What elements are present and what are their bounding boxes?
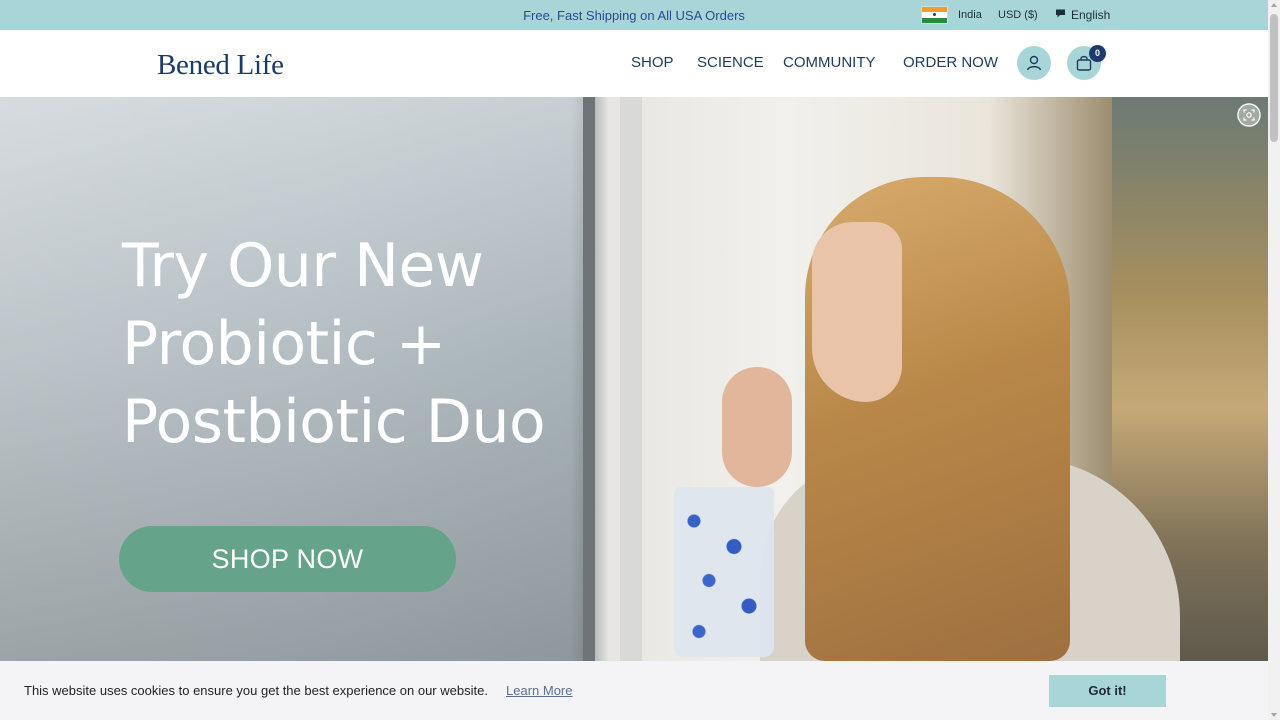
speech-bubble-icon [1056, 9, 1065, 18]
nav-shop[interactable]: SHOP [631, 54, 674, 71]
page-scrollbar[interactable] [1268, 0, 1280, 720]
country-selector[interactable]: India [958, 9, 982, 21]
hero-headline-line-2: Probiotic + [122, 309, 446, 379]
hero-model-face [812, 222, 902, 402]
nav-order-now[interactable]: ORDER NOW [903, 54, 998, 71]
hero-headline-line-3: Postbiotic Duo [122, 387, 546, 457]
hero-glass-cup [674, 487, 774, 657]
cart-count-badge: 0 [1089, 45, 1106, 62]
announcement-bar: Free, Fast Shipping on All USA Orders In… [0, 0, 1268, 30]
hero-headline-line-1: Try Our New [122, 231, 484, 301]
hero-banner: Try Our New Probiotic + Postbiotic Duo S… [0, 97, 1268, 661]
brand-logo[interactable]: Bened Life [157, 49, 284, 82]
scroll-up-arrow-icon[interactable] [1271, 3, 1277, 7]
scrollbar-thumb[interactable] [1270, 14, 1278, 142]
learn-more-link[interactable]: Learn More [506, 683, 572, 698]
account-button[interactable] [1017, 46, 1051, 80]
nav-science[interactable]: SCIENCE [697, 54, 764, 71]
hero-model-hand [722, 367, 792, 487]
visual-search-icon[interactable] [1237, 103, 1261, 127]
cookie-message: This website uses cookies to ensure you … [24, 683, 488, 698]
shop-now-button[interactable]: SHOP NOW [119, 526, 456, 592]
currency-selector[interactable]: USD ($) [998, 9, 1038, 21]
nav-community[interactable]: COMMUNITY [783, 54, 876, 71]
language-selector[interactable]: English [1071, 8, 1110, 22]
accept-cookies-button[interactable]: Got it! [1049, 675, 1166, 707]
scroll-down-arrow-icon[interactable] [1271, 713, 1277, 717]
user-icon [1026, 55, 1042, 71]
india-flag-icon[interactable] [921, 6, 948, 24]
hero-headline: Try Our New Probiotic + Postbiotic Duo [122, 227, 642, 461]
cookie-banner: This website uses cookies to ensure you … [0, 661, 1268, 720]
site-header: Bened Life SHOP SCIENCE COMMUNITY ORDER … [0, 30, 1268, 97]
